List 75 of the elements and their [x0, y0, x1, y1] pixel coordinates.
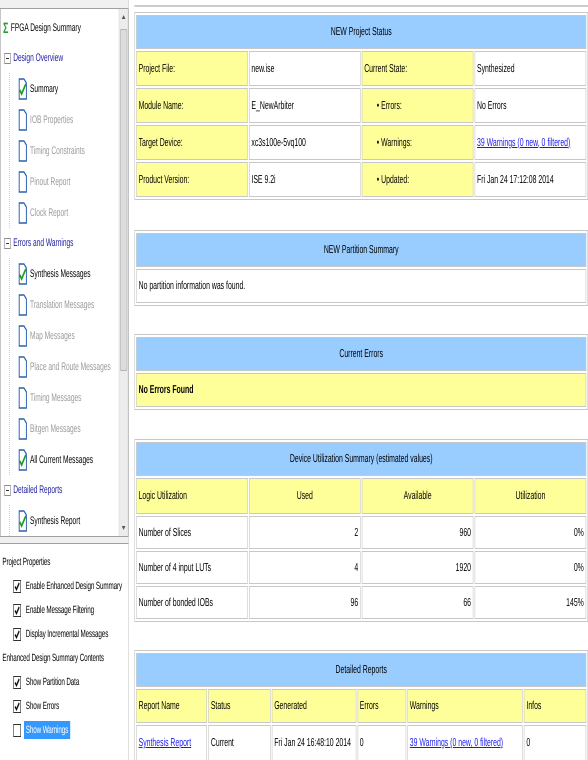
- table-cell: 2: [249, 516, 361, 549]
- field-label: Project File:: [136, 51, 248, 86]
- field-value: E_NewArbiter: [249, 88, 361, 123]
- section-label: Project Properties: [2, 556, 50, 568]
- tree-item[interactable]: Synthesis Report: [30, 514, 80, 526]
- collapse-icon[interactable]: [4, 52, 11, 64]
- table-cell: Number of 4 input LUTs: [136, 551, 248, 584]
- tree-group[interactable]: Errors and Warnings: [13, 237, 74, 249]
- scroll-thumb[interactable]: [120, 29, 128, 371]
- collapse-icon[interactable]: [4, 238, 11, 248]
- field-value: ISE 9.2i: [249, 162, 361, 197]
- scrollbar[interactable]: [118, 9, 128, 536]
- field-label: Target Device:: [136, 125, 248, 160]
- field-value: new.ise: [249, 51, 361, 86]
- tree-item[interactable]: FPGA Design Summary: [10, 22, 81, 34]
- table-cell: 145%: [474, 586, 586, 619]
- table-cell: Number of bonded IOBs: [136, 586, 248, 619]
- option-label[interactable]: Show Errors: [24, 697, 61, 715]
- table-cell: 4: [249, 551, 361, 584]
- checkbox[interactable]: [13, 628, 21, 640]
- column-header: Available: [362, 478, 474, 514]
- table-cell: 1920: [362, 551, 474, 584]
- tree-item[interactable]: All Current Messages: [30, 454, 94, 466]
- section-header: Detailed Reports: [136, 653, 586, 687]
- field-label: Module Name:: [136, 88, 248, 123]
- option-label[interactable]: Enable Enhanced Design Summary: [24, 577, 124, 595]
- tree-group[interactable]: Detailed Reports: [13, 484, 62, 496]
- field-value: Synthesized: [474, 51, 586, 86]
- tree-item[interactable]: Synthesis Messages: [30, 268, 91, 280]
- section-header: Device Utilization Summary (estimated values): [136, 442, 586, 476]
- field-label: • Updated:: [362, 162, 474, 197]
- message-text: No partition information was found.: [136, 269, 586, 303]
- table-cell: 0%: [474, 516, 586, 549]
- table-cell: 960: [362, 516, 474, 549]
- table-cell: Number of Slices: [136, 516, 248, 549]
- table-cell: 96: [249, 586, 361, 619]
- field-value: Fri Jan 24 17:12:08 2014: [474, 162, 586, 197]
- section-header: NEW Partition Summary: [136, 233, 586, 267]
- field-value: xc3s100e-5vq100: [249, 125, 361, 160]
- column-header: Utilization: [474, 478, 586, 514]
- column-header: Status: [208, 689, 271, 723]
- sigma-icon: Σ: [3, 20, 8, 36]
- column-header: Generated: [272, 689, 356, 723]
- column-header: Warnings: [407, 689, 523, 723]
- tree-item[interactable]: Summary: [30, 82, 58, 94]
- table-cell: Fri Jan 24 16:48:10 2014: [272, 725, 356, 760]
- table-cell: 0: [357, 725, 406, 760]
- column-header: Errors: [357, 689, 406, 723]
- checkbox[interactable]: [13, 700, 21, 712]
- checkbox[interactable]: [13, 676, 21, 688]
- column-header: Logic Utilization: [136, 478, 248, 514]
- tree-group[interactable]: Design Overview: [13, 52, 64, 64]
- section-header: Current Errors: [136, 337, 586, 371]
- message-text: No Errors Found: [136, 373, 586, 407]
- table-cell: 0%: [474, 551, 586, 584]
- field-label: Product Version:: [136, 162, 248, 197]
- field-label: • Warnings:: [362, 125, 474, 160]
- table-cell: 0: [524, 725, 586, 760]
- column-header: Report Name: [136, 689, 208, 723]
- column-header: Used: [249, 478, 361, 514]
- checkbox[interactable]: [13, 604, 21, 616]
- section-label: Enhanced Design Summary Contents: [2, 652, 104, 664]
- table-cell: 66: [362, 586, 474, 619]
- field-label: Current State:: [362, 51, 474, 86]
- table-cell: Current: [208, 725, 271, 760]
- field-label: • Errors:: [362, 88, 474, 123]
- column-header: Infos: [524, 689, 586, 723]
- option-label[interactable]: Display Incremental Messages: [24, 625, 110, 643]
- option-label[interactable]: Enable Message Filtering: [24, 601, 96, 619]
- option-label[interactable]: Show Partition Data: [24, 673, 81, 691]
- checkbox[interactable]: [13, 724, 21, 736]
- section-header: NEW Project Status: [136, 15, 586, 49]
- field-value: No Errors: [474, 88, 586, 123]
- collapse-icon[interactable]: [4, 484, 11, 496]
- checkbox[interactable]: [13, 580, 21, 592]
